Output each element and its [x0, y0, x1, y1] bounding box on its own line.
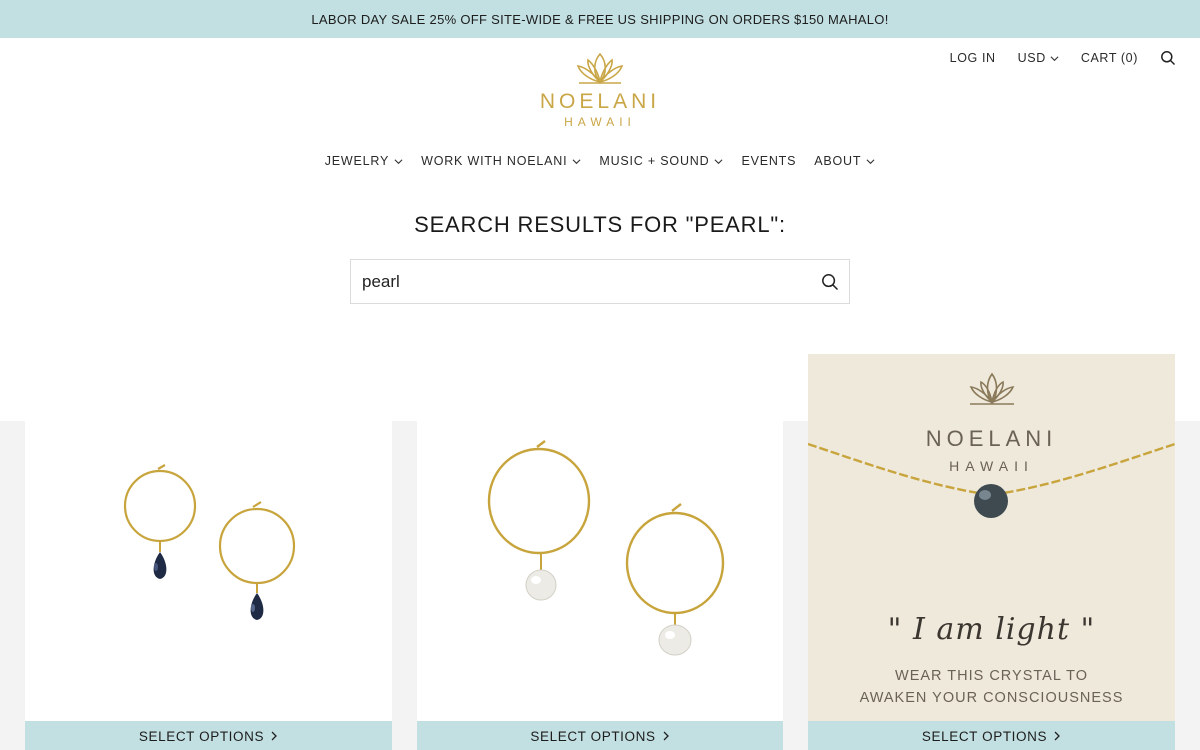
nav-label: ABOUT — [814, 154, 862, 168]
select-options-button[interactable]: SELECT OPTIONS — [808, 721, 1175, 750]
product-card[interactable]: NOELANI HAWAII " I am light " WEAR THIS … — [808, 354, 1175, 750]
product-image[interactable] — [25, 421, 392, 721]
nav-item-jewelry[interactable]: JEWELRY — [325, 154, 403, 168]
nav-item-about[interactable]: ABOUT — [814, 154, 875, 168]
chevron-down-icon — [866, 158, 875, 164]
search-icon — [822, 273, 839, 290]
search-icon[interactable] — [1160, 50, 1176, 66]
select-options-label: SELECT OPTIONS — [138, 728, 265, 744]
search-input[interactable] — [351, 260, 811, 303]
chevron-down-icon — [394, 158, 403, 164]
nav-label: MUSIC + SOUND — [599, 154, 710, 168]
chevron-right-icon — [271, 731, 278, 741]
select-options-button[interactable]: SELECT OPTIONS — [417, 721, 783, 750]
card-quote: " I am light " — [887, 612, 1096, 647]
nav-item-music-sound[interactable]: MUSIC + SOUND — [599, 154, 723, 168]
main-nav: JEWELRY WORK WITH NOELANI MUSIC + SOUND … — [0, 154, 1200, 168]
page-title: SEARCH RESULTS FOR "PEARL": — [414, 212, 786, 237]
card-brand-text: NOELANI — [925, 426, 1058, 451]
search-form — [350, 259, 850, 304]
select-options-button[interactable]: SELECT OPTIONS — [25, 721, 392, 750]
product-image[interactable] — [417, 421, 783, 721]
chevron-down-icon — [714, 158, 723, 164]
card-sub-text: HAWAII — [949, 458, 1034, 474]
nav-label: EVENTS — [741, 154, 797, 168]
nav-item-events[interactable]: EVENTS — [741, 154, 796, 168]
announcement-text: LABOR DAY SALE 25% OFF SITE-WIDE & FREE … — [311, 11, 889, 27]
cart-label: CART (0) — [1080, 51, 1138, 65]
card-message-line-2: AWAKEN YOUR CONSCIOUSNESS — [859, 690, 1124, 706]
select-options-label: SELECT OPTIONS — [530, 728, 656, 744]
login-label: LOG IN — [949, 51, 996, 65]
product-card[interactable]: SELECT OPTIONS — [417, 421, 783, 750]
chevron-right-icon — [663, 731, 669, 741]
lotus-logo-icon — [576, 52, 624, 85]
product-image[interactable]: NOELANI HAWAII " I am light " WEAR THIS … — [808, 354, 1175, 721]
tahitian-pearl-necklace-image — [808, 372, 1175, 518]
chevron-down-icon — [572, 158, 581, 164]
chevron-right-icon — [1054, 731, 1061, 741]
product-card[interactable]: SELECT OPTIONS — [25, 421, 392, 750]
utility-nav: LOG IN USD CART (0) — [950, 50, 1176, 66]
logo-sub-text: HAWAII — [564, 115, 636, 129]
announcement-bar: LABOR DAY SALE 25% OFF SITE-WIDE & FREE … — [0, 0, 1200, 38]
currency-selector[interactable]: USD — [1018, 51, 1059, 65]
black-pearl-hoop-earrings-image — [123, 464, 296, 620]
white-pearl-hoop-earrings-image — [487, 440, 725, 656]
select-options-label: SELECT OPTIONS — [921, 728, 1048, 744]
site-logo[interactable]: NOELANI HAWAII — [530, 50, 670, 140]
login-link[interactable]: LOG IN — [950, 51, 996, 65]
nav-label: JEWELRY — [324, 154, 390, 168]
nav-item-work-with-noelani[interactable]: WORK WITH NOELANI — [421, 154, 581, 168]
currency-label: USD — [1017, 51, 1046, 65]
card-message-line-1: WEAR THIS CRYSTAL TO — [895, 668, 1088, 684]
nav-label: WORK WITH NOELANI — [421, 154, 568, 168]
cart-link[interactable]: CART (0) — [1081, 51, 1138, 65]
logo-brand-text: NOELANI — [539, 90, 661, 113]
search-submit-button[interactable] — [811, 260, 849, 303]
chevron-down-icon — [1050, 55, 1059, 61]
